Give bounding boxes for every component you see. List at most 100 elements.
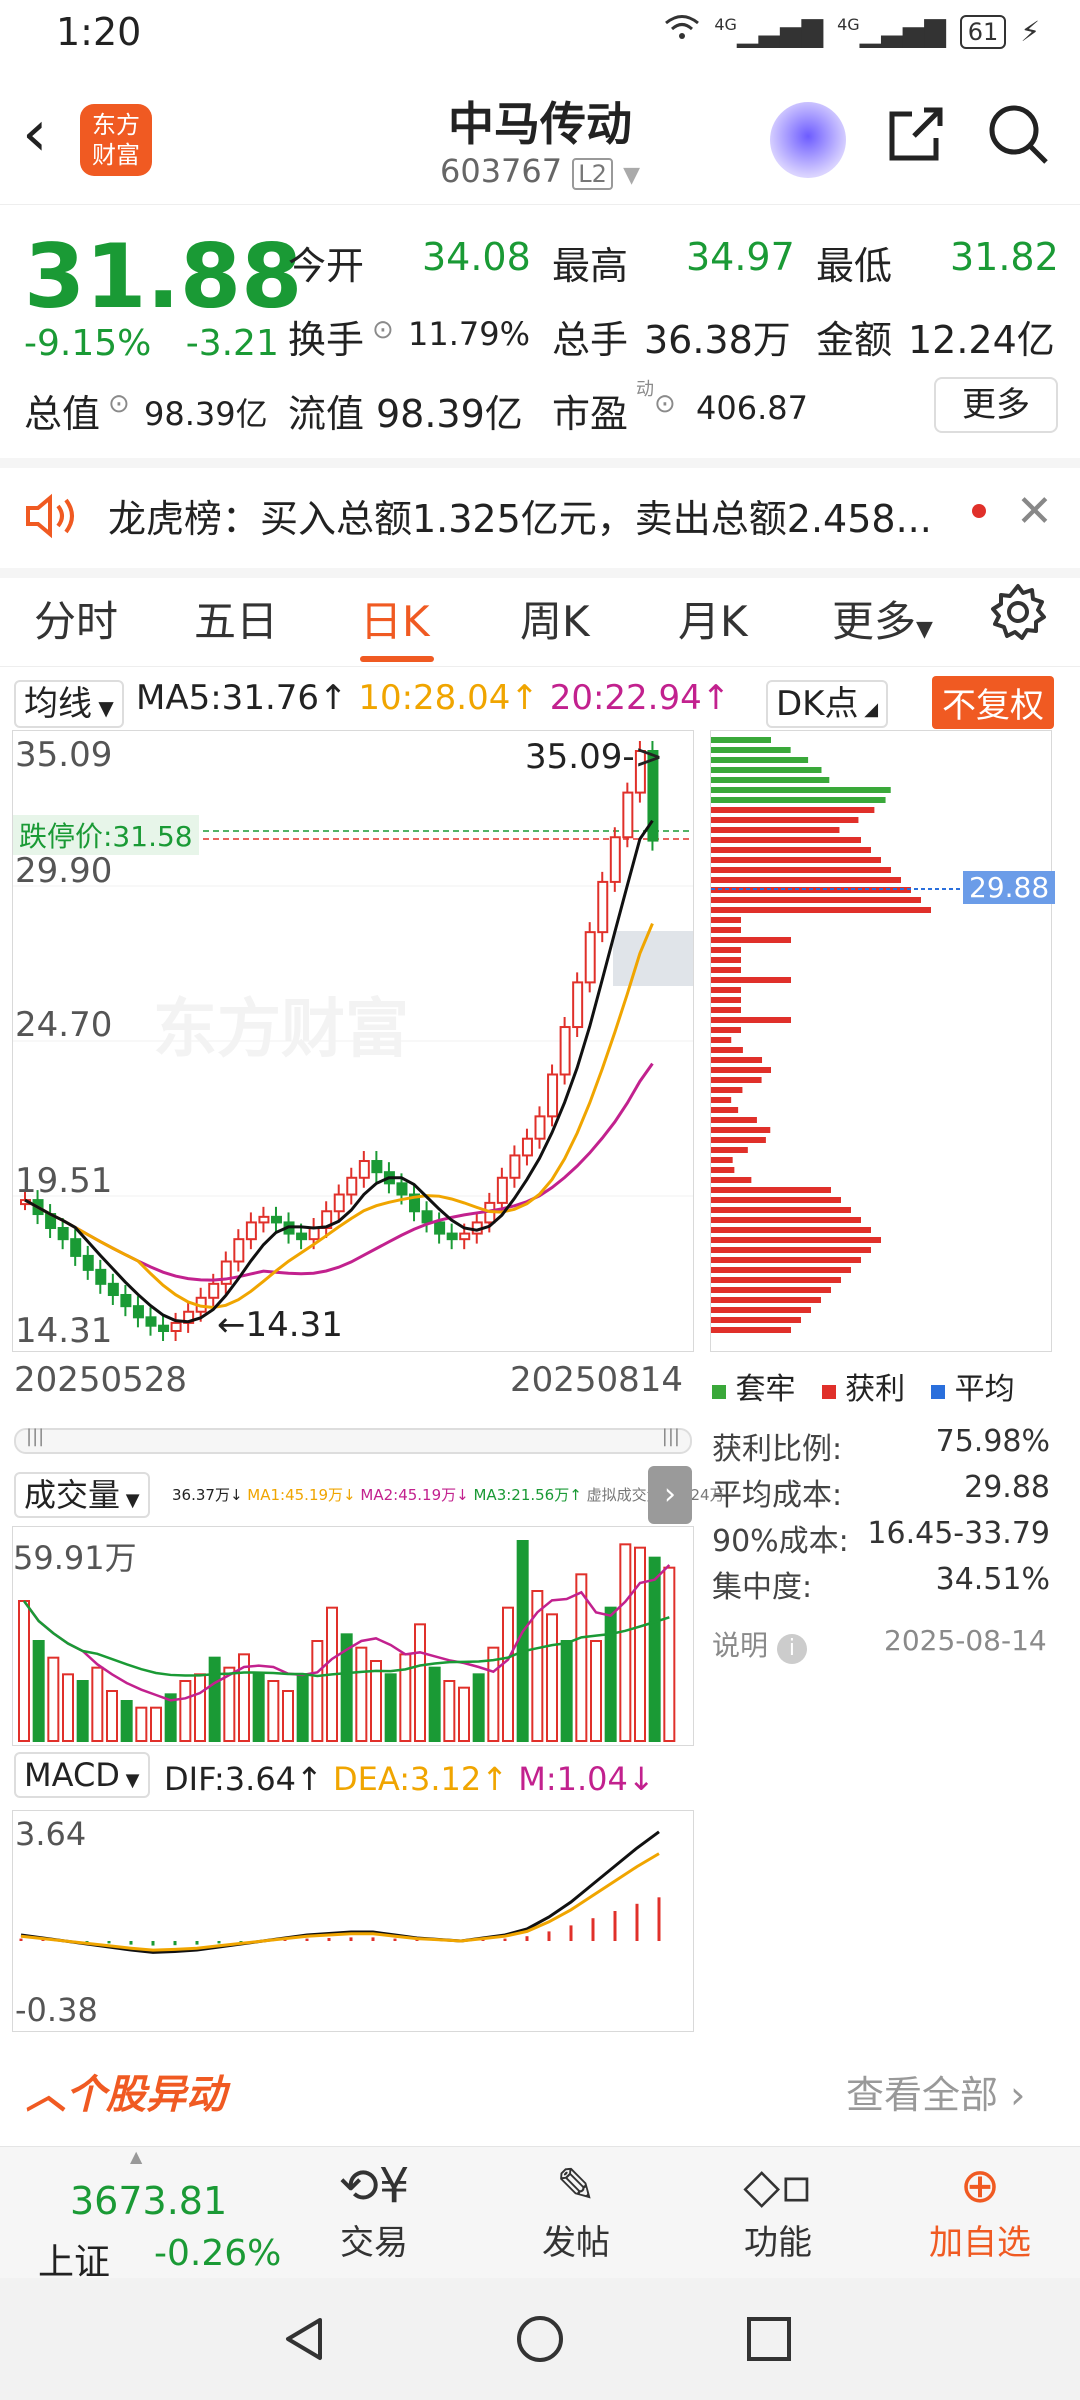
macd-bottom-label: -0.38: [15, 1991, 98, 2029]
total-cap-value: 98.39亿: [144, 395, 268, 433]
macd-svg: [19, 1830, 661, 1954]
chevron-right-icon[interactable]: ›: [648, 1466, 692, 1524]
share-icon[interactable]: [884, 102, 948, 166]
settings-gear-icon[interactable]: [988, 582, 1048, 646]
ma-selector[interactable]: 均线 ▼: [14, 676, 124, 728]
volume-bar: [546, 1613, 558, 1742]
adjust-type-button[interactable]: 不复权: [932, 676, 1054, 729]
nav-add-watchlist[interactable]: ⊕ 加自选: [900, 2157, 1060, 2264]
more-button[interactable]: 更多: [934, 377, 1058, 433]
float-cap-label: 流值: [288, 392, 365, 436]
speaker-icon: [24, 490, 80, 546]
chip-bar: [711, 757, 809, 763]
chip-bar: [711, 987, 741, 993]
view-all-link[interactable]: 查看全部 ›: [846, 2064, 1025, 2119]
y-label-bottom: 14.31: [15, 1311, 113, 1351]
chip-bar: [711, 767, 822, 773]
volume-bar: [414, 1623, 426, 1742]
volume-bar: [663, 1566, 676, 1742]
search-icon[interactable]: [986, 102, 1050, 166]
candle-body: [70, 1238, 82, 1257]
kline-chart[interactable]: 东方财富 35.09 29.90 24.70 19.51 14.31 跌停价:3…: [12, 730, 694, 1352]
stock-code-row[interactable]: 603767 L2 ▼: [340, 152, 740, 190]
nav-post[interactable]: ✎ 发帖: [496, 2157, 656, 2264]
chart-scrollbar[interactable]: ||| |||: [14, 1426, 692, 1454]
chip-note[interactable]: 说明 i: [712, 1624, 807, 1664]
info-icon[interactable]: ⊙: [108, 389, 130, 419]
volume-bar: [634, 1546, 646, 1742]
nav-functions[interactable]: ◇▫ 功能: [698, 2157, 858, 2264]
nav-trade[interactable]: ⟲¥ 交易: [294, 2157, 454, 2264]
volume-bar: [296, 1673, 309, 1742]
chip-bar: [711, 787, 891, 793]
tab-five-day[interactable]: 五日: [194, 588, 278, 649]
ma5-value: MA5:31.76↑: [136, 678, 348, 718]
nav-home-icon[interactable]: [515, 2314, 565, 2368]
chip-svg: [711, 737, 1051, 1333]
notice-text: 龙虎榜：买入总额1.325亿元，卖出总额2.458...: [108, 497, 932, 541]
info-icon[interactable]: i: [776, 1634, 807, 1664]
candle-body: [434, 1221, 446, 1235]
candle-body: [120, 1293, 132, 1308]
volume-bar: [428, 1666, 441, 1743]
volume-bar: [619, 1543, 632, 1743]
high-label: 最高: [552, 244, 629, 288]
volume-bar: [590, 1640, 602, 1742]
volume-value: 36.38万: [644, 318, 791, 362]
info-icon[interactable]: ⊙: [372, 315, 394, 345]
pe-value: 406.87: [696, 389, 808, 427]
dif-value: DIF:3.64↑: [164, 1760, 323, 1798]
chip-bar: [711, 867, 891, 873]
dk-point-toggle[interactable]: DK点 ◢: [766, 676, 889, 728]
volume-label: 总手: [552, 318, 629, 362]
level2-badge: L2: [572, 158, 613, 190]
tab-monthly-k[interactable]: 月K: [678, 588, 748, 649]
macd-selector[interactable]: MACD ▼: [14, 1752, 150, 1798]
info-icon[interactable]: ⊙: [654, 389, 676, 419]
open-value: 34.08: [422, 235, 531, 279]
chip-bar: [711, 1147, 748, 1153]
chip-bar: [711, 1177, 752, 1183]
nav-back-icon[interactable]: [280, 2314, 330, 2368]
volume-indicators: 36.37万↓ MA1:45.19万↓ MA2:45.19万↓ MA3:21.5…: [172, 1486, 725, 1504]
cost-90-value: 16.45-33.79: [867, 1516, 1050, 1551]
candle-body: [233, 1238, 245, 1263]
watermark: 东方财富: [153, 993, 409, 1067]
tab-more[interactable]: 更多▼: [832, 588, 933, 649]
chip-bar: [711, 1067, 771, 1073]
assistant-avatar-icon[interactable]: [770, 102, 846, 178]
close-icon[interactable]: ✕: [1016, 486, 1053, 537]
chip-bar: [711, 1237, 881, 1243]
candle-body: [333, 1193, 345, 1213]
nav-recents-icon[interactable]: [744, 2314, 794, 2368]
chip-bar: [711, 817, 859, 823]
tab-weekly-k[interactable]: 周K: [520, 588, 590, 649]
volume-selector[interactable]: 成交量 ▼: [14, 1470, 150, 1518]
open-label: 今开: [288, 244, 365, 288]
tab-intraday[interactable]: 分时: [34, 588, 118, 649]
battery-icon: 61: [959, 14, 1007, 49]
candle-body: [145, 1316, 157, 1327]
charging-icon: ⚡: [1020, 15, 1040, 48]
chip-bar: [711, 917, 741, 923]
chip-distribution-chart[interactable]: 29.88: [710, 730, 1056, 1352]
back-icon[interactable]: ‹: [22, 102, 48, 166]
chip-bar: [711, 1087, 743, 1093]
candle-body: [107, 1282, 119, 1296]
chip-bar: [711, 1057, 763, 1063]
y-label-3: 24.70: [15, 1005, 113, 1045]
chip-bar: [711, 1327, 791, 1333]
candle-body: [446, 1232, 458, 1241]
status-icons: 4G▁▃▅▇ 4G▁▃▅▇ 61 ⚡: [664, 14, 1040, 49]
chip-bar: [711, 1217, 861, 1223]
chip-bar: [711, 807, 875, 813]
candle-body: [296, 1232, 308, 1241]
apps-grid-icon: ◇▫: [743, 2158, 813, 2214]
chip-bar: [711, 1307, 811, 1313]
tab-daily-k[interactable]: 日K: [360, 588, 430, 649]
chip-bar: [711, 747, 791, 753]
chip-bar: [711, 1027, 741, 1033]
volume-bar: [370, 1660, 382, 1742]
candle-body: [584, 931, 596, 984]
app-logo[interactable]: 东方 财富: [80, 104, 152, 176]
